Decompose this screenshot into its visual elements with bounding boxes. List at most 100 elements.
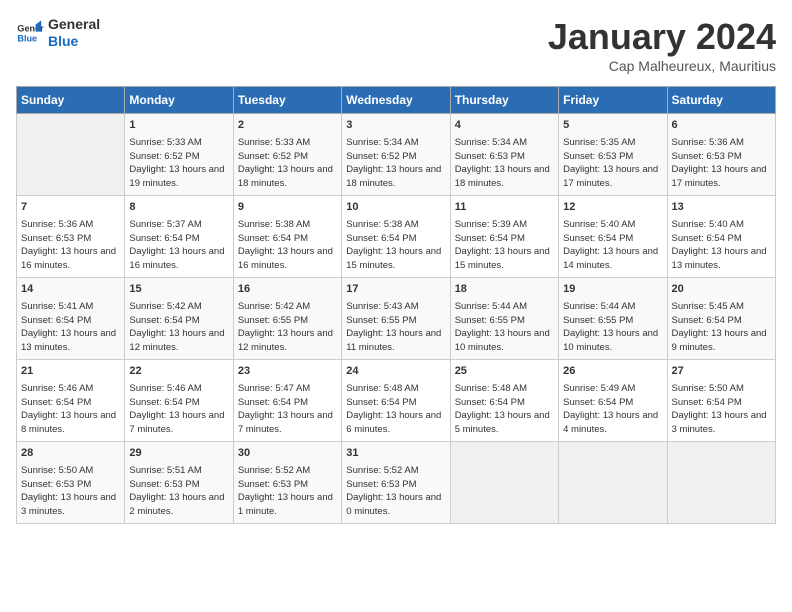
sunset-text: Sunset: 6:53 PM — [21, 479, 91, 490]
sunset-text: Sunset: 6:55 PM — [346, 315, 416, 326]
col-monday: Monday — [125, 87, 233, 114]
col-sunday: Sunday — [17, 87, 125, 114]
daylight-text: Daylight: 13 hours and 2 minutes. — [129, 492, 224, 517]
col-thursday: Thursday — [450, 87, 558, 114]
daylight-text: Daylight: 13 hours and 14 minutes. — [563, 246, 658, 271]
day-number: 17 — [346, 282, 445, 298]
sunrise-text: Sunrise: 5:51 AM — [129, 465, 201, 476]
sunset-text: Sunset: 6:54 PM — [672, 397, 742, 408]
daylight-text: Daylight: 13 hours and 7 minutes. — [129, 410, 224, 435]
sunset-text: Sunset: 6:54 PM — [238, 397, 308, 408]
logo-line2: Blue — [48, 33, 100, 50]
title-block: January 2024 Cap Malheureux, Mauritius — [548, 16, 776, 74]
sunrise-text: Sunrise: 5:39 AM — [455, 219, 527, 230]
daylight-text: Daylight: 13 hours and 18 minutes. — [238, 164, 333, 189]
daylight-text: Daylight: 13 hours and 11 minutes. — [346, 328, 441, 353]
sunset-text: Sunset: 6:52 PM — [238, 151, 308, 162]
day-number: 21 — [21, 364, 120, 380]
sunset-text: Sunset: 6:53 PM — [455, 151, 525, 162]
day-number: 1 — [129, 118, 228, 134]
calendar-week-row: 21 Sunrise: 5:46 AM Sunset: 6:54 PM Dayligh… — [17, 360, 776, 442]
sunrise-text: Sunrise: 5:44 AM — [455, 301, 527, 312]
daylight-text: Daylight: 13 hours and 1 minute. — [238, 492, 333, 517]
daylight-text: Daylight: 13 hours and 15 minutes. — [346, 246, 441, 271]
table-row — [667, 442, 775, 524]
day-number: 16 — [238, 282, 337, 298]
sunrise-text: Sunrise: 5:38 AM — [346, 219, 418, 230]
sunset-text: Sunset: 6:55 PM — [238, 315, 308, 326]
daylight-text: Daylight: 13 hours and 17 minutes. — [672, 164, 767, 189]
daylight-text: Daylight: 13 hours and 17 minutes. — [563, 164, 658, 189]
logo-icon: General Blue — [16, 19, 44, 47]
sunrise-text: Sunrise: 5:52 AM — [238, 465, 310, 476]
sunset-text: Sunset: 6:53 PM — [238, 479, 308, 490]
sunset-text: Sunset: 6:54 PM — [672, 315, 742, 326]
svg-text:Blue: Blue — [17, 33, 37, 43]
daylight-text: Daylight: 13 hours and 16 minutes. — [129, 246, 224, 271]
daylight-text: Daylight: 13 hours and 12 minutes. — [238, 328, 333, 353]
sunset-text: Sunset: 6:54 PM — [672, 233, 742, 244]
table-row: 31Sunrise: 5:52 AMSunset: 6:53 PMDayligh… — [342, 442, 450, 524]
table-row: 6Sunrise: 5:36 AMSunset: 6:53 PMDaylight… — [667, 114, 775, 196]
table-row: 10Sunrise: 5:38 AMSunset: 6:54 PMDayligh… — [342, 196, 450, 278]
day-number: 3 — [346, 118, 445, 134]
sunrise-text: Sunrise: 5:41 AM — [21, 301, 93, 312]
day-number: 2 — [238, 118, 337, 134]
sunrise-text: Sunrise: 5:36 AM — [21, 219, 93, 230]
daylight-text: Daylight: 13 hours and 15 minutes. — [455, 246, 550, 271]
daylight-text: Daylight: 13 hours and 10 minutes. — [455, 328, 550, 353]
calendar-week-row: 14Sunrise: 5:41 AMSunset: 6:54 PMDayligh… — [17, 278, 776, 360]
col-tuesday: Tuesday — [233, 87, 341, 114]
day-number: 13 — [672, 200, 771, 216]
sunrise-text: Sunrise: 5:46 AM — [21, 383, 93, 394]
table-row: 4Sunrise: 5:34 AMSunset: 6:53 PMDaylight… — [450, 114, 558, 196]
table-row: 29Sunrise: 5:51 AMSunset: 6:53 PMDayligh… — [125, 442, 233, 524]
table-row: 21Sunrise: 5:46 AMSunset: 6:54 PMDayligh… — [17, 360, 125, 442]
table-row: 9Sunrise: 5:38 AMSunset: 6:54 PMDaylight… — [233, 196, 341, 278]
table-row: 8Sunrise: 5:37 AMSunset: 6:54 PMDaylight… — [125, 196, 233, 278]
table-row: 3Sunrise: 5:34 AMSunset: 6:52 PMDaylight… — [342, 114, 450, 196]
sunrise-text: Sunrise: 5:48 AM — [346, 383, 418, 394]
calendar-week-row: 7Sunrise: 5:36 AMSunset: 6:53 PMDaylight… — [17, 196, 776, 278]
sunset-text: Sunset: 6:54 PM — [129, 233, 199, 244]
sunset-text: Sunset: 6:54 PM — [346, 397, 416, 408]
day-number: 24 — [346, 364, 445, 380]
table-row — [559, 442, 667, 524]
sunset-text: Sunset: 6:52 PM — [129, 151, 199, 162]
sunset-text: Sunset: 6:54 PM — [346, 233, 416, 244]
daylight-text: Daylight: 13 hours and 18 minutes. — [455, 164, 550, 189]
sunset-text: Sunset: 6:55 PM — [455, 315, 525, 326]
day-number: 26 — [563, 364, 662, 380]
sunrise-text: Sunrise: 5:38 AM — [238, 219, 310, 230]
daylight-text: Daylight: 13 hours and 18 minutes. — [346, 164, 441, 189]
day-number: 23 — [238, 364, 337, 380]
logo-line1: General — [48, 16, 100, 33]
day-number: 22 — [129, 364, 228, 380]
table-row — [450, 442, 558, 524]
table-row: 7Sunrise: 5:36 AMSunset: 6:53 PMDaylight… — [17, 196, 125, 278]
daylight-text: Daylight: 13 hours and 6 minutes. — [346, 410, 441, 435]
table-row: 18Sunrise: 5:44 AMSunset: 6:55 PMDayligh… — [450, 278, 558, 360]
sunrise-text: Sunrise: 5:46 AM — [129, 383, 201, 394]
sunrise-text: Sunrise: 5:40 AM — [672, 219, 744, 230]
sunrise-text: Sunrise: 5:42 AM — [129, 301, 201, 312]
calendar-header-row: Sunday Monday Tuesday Wednesday Thursday… — [17, 87, 776, 114]
table-row: 5Sunrise: 5:35 AMSunset: 6:53 PMDaylight… — [559, 114, 667, 196]
table-row: 12Sunrise: 5:40 AMSunset: 6:54 PMDayligh… — [559, 196, 667, 278]
table-row: 23Sunrise: 5:47 AMSunset: 6:54 PMDayligh… — [233, 360, 341, 442]
table-row: 22Sunrise: 5:46 AMSunset: 6:54 PMDayligh… — [125, 360, 233, 442]
day-number: 12 — [563, 200, 662, 216]
sunrise-text: Sunrise: 5:44 AM — [563, 301, 635, 312]
sunrise-text: Sunrise: 5:50 AM — [21, 465, 93, 476]
table-row: 16 Sunrise: 5:42 AM Sunset: 6:55 PM Dayligh… — [233, 278, 341, 360]
daylight-text: Daylight: 13 hours and 4 minutes. — [563, 410, 658, 435]
day-number: 28 — [21, 446, 120, 462]
day-number: 25 — [455, 364, 554, 380]
calendar-week-row: 28 Sunrise: 5:50 AM Sunset: 6:53 PM Dayligh… — [17, 442, 776, 524]
sunrise-text: Sunrise: 5:42 AM — [238, 301, 310, 312]
table-row: 25Sunrise: 5:48 AMSunset: 6:54 PMDayligh… — [450, 360, 558, 442]
day-number: 6 — [672, 118, 771, 134]
sunset-text: Sunset: 6:54 PM — [455, 397, 525, 408]
day-number: 4 — [455, 118, 554, 134]
sunrise-text: Sunrise: 5:37 AM — [129, 219, 201, 230]
